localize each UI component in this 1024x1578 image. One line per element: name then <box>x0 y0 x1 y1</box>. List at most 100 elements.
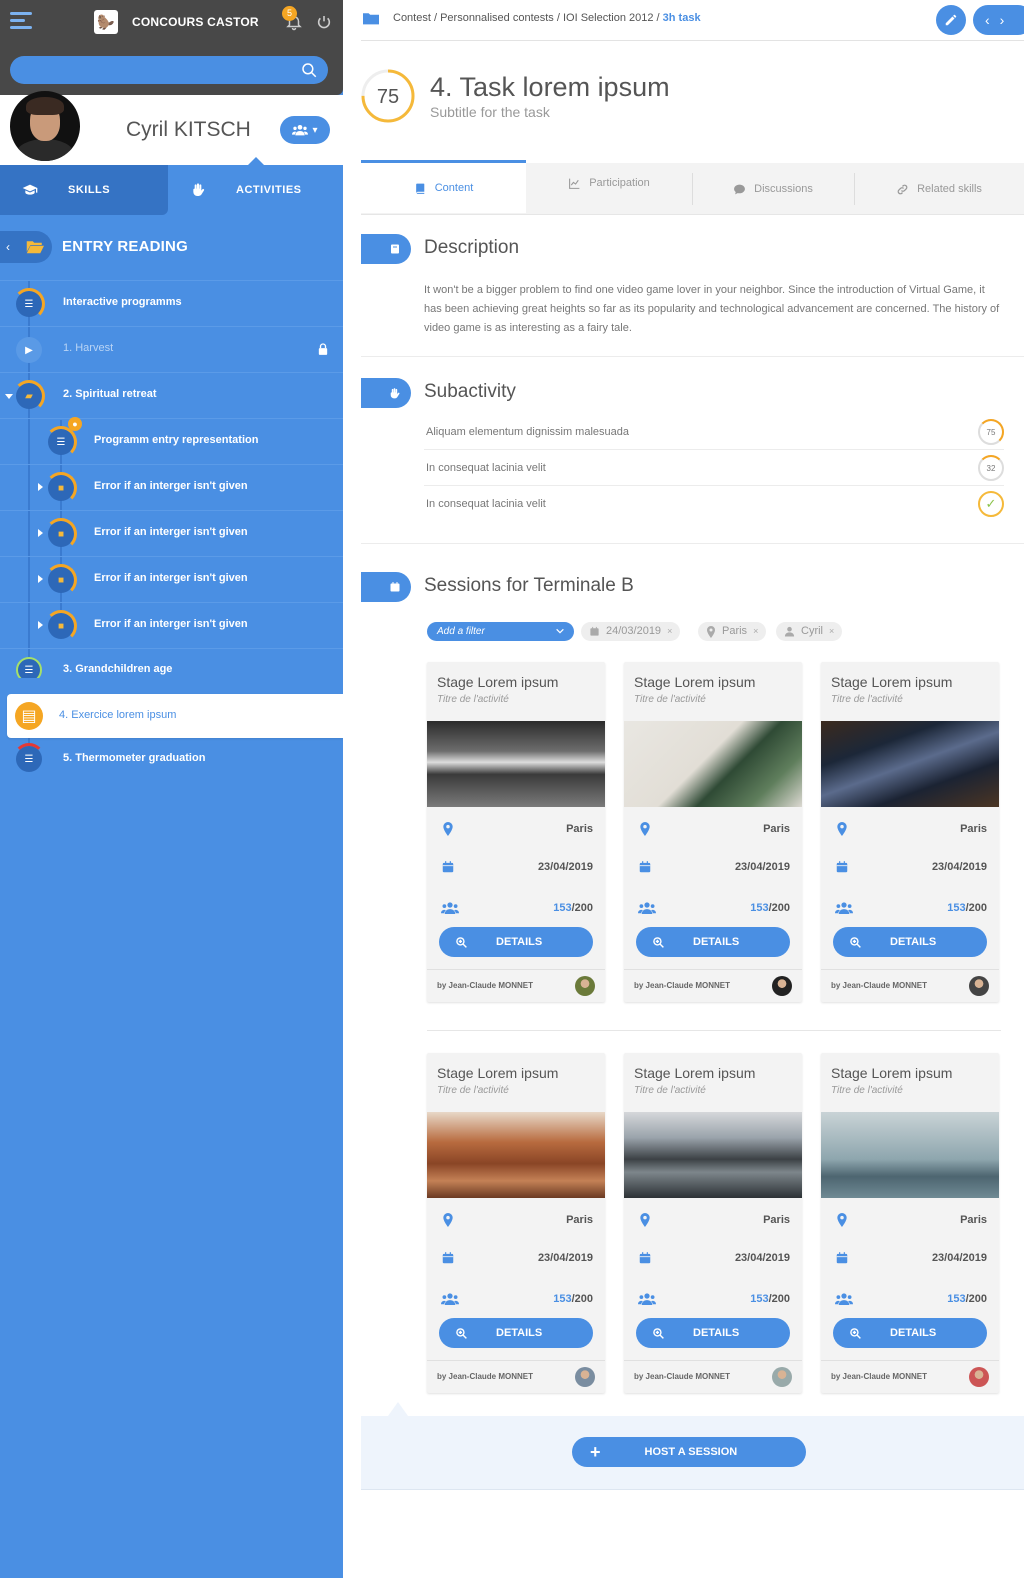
card-participants-row: 153/200 <box>624 1290 802 1310</box>
card-place-row: Paris <box>427 1211 605 1231</box>
session-card[interactable]: Stage Lorem ipsum Titre de l'activité Pa… <box>624 662 802 1002</box>
card-place: Paris <box>763 823 790 835</box>
folder-icon: ■ <box>45 472 77 504</box>
details-button[interactable]: DETAILS <box>636 927 790 957</box>
folder-icon: ■ <box>45 610 77 642</box>
tree-item-label: 5. Thermometer graduation <box>63 752 206 764</box>
tree-item[interactable]: ☰ 5. Thermometer graduation <box>0 740 343 786</box>
tree-item-active[interactable]: ▤ 4. Exercice lorem ipsum <box>7 694 343 738</box>
filter-chip-place[interactable]: Paris × <box>698 622 767 641</box>
tab-related-skills[interactable]: Related skills <box>854 163 1024 215</box>
close-icon[interactable]: × <box>753 622 758 641</box>
prev-next-button[interactable]: ‹ › <box>973 5 1024 35</box>
tree-item-label: Programm entry representation <box>94 434 259 446</box>
card-count: 153 <box>947 902 966 914</box>
avatar[interactable] <box>10 91 80 161</box>
chevron-down-icon[interactable] <box>5 394 13 399</box>
author-avatar[interactable] <box>772 1367 792 1387</box>
card-participants-row: 153/200 <box>427 899 605 919</box>
folder-icon <box>363 13 379 25</box>
details-label: DETAILS <box>693 936 740 948</box>
chevron-right-icon[interactable] <box>38 529 43 537</box>
session-card[interactable]: Stage Lorem ipsum Titre de l'activité Pa… <box>624 1053 802 1393</box>
groups-button[interactable]: ▾ <box>280 116 330 144</box>
tree-item[interactable]: ▰ 2. Spiritual retreat <box>0 372 343 418</box>
main-content: Contest / Personnalised contests / IOI S… <box>343 0 1024 1578</box>
author-avatar[interactable] <box>575 1367 595 1387</box>
author-avatar[interactable] <box>969 1367 989 1387</box>
close-icon[interactable]: × <box>829 622 834 641</box>
breadcrumb[interactable]: Contest / Personnalised contests / IOI S… <box>393 12 701 24</box>
map-marker-icon <box>837 822 847 836</box>
search-input[interactable] <box>10 56 328 84</box>
session-card[interactable]: Stage Lorem ipsum Titre de l'activité Pa… <box>427 662 605 1002</box>
tab-related-skills-label: Related skills <box>917 183 982 195</box>
chevron-down-icon <box>556 628 564 634</box>
chevron-left-icon[interactable]: ‹ <box>6 240 10 254</box>
chart-icon <box>569 178 580 189</box>
details-button[interactable]: DETAILS <box>833 1318 987 1348</box>
tree-item[interactable]: ■ Error if an interger isn't given <box>0 602 343 648</box>
details-button[interactable]: DETAILS <box>439 1318 593 1348</box>
zoom-in-icon <box>456 1327 467 1339</box>
edit-button[interactable] <box>936 5 966 35</box>
chevron-right-icon[interactable] <box>38 621 43 629</box>
card-subtitle: Titre de l'activité <box>437 1085 509 1096</box>
chevron-left-icon[interactable]: ‹ <box>985 12 990 28</box>
zoom-in-icon <box>850 936 861 948</box>
logo[interactable]: 🦫 <box>94 10 118 34</box>
chevron-right-icon[interactable]: › <box>1000 12 1005 28</box>
details-button[interactable]: DETAILS <box>439 927 593 957</box>
tab-skills[interactable]: SKILLS <box>0 165 168 215</box>
tree-item[interactable]: ☰ ● Programm entry representation <box>0 417 343 464</box>
divider <box>427 1360 605 1361</box>
divider <box>361 356 1024 357</box>
list-item[interactable]: In consequat lacinia velit ✓ <box>424 486 1004 522</box>
author-avatar[interactable] <box>772 976 792 996</box>
chevron-down-icon: ▾ <box>312 124 318 136</box>
card-image <box>427 1112 605 1198</box>
details-button[interactable]: DETAILS <box>636 1318 790 1348</box>
card-image <box>624 721 802 807</box>
filter-chip-user[interactable]: Cyril × <box>776 622 843 641</box>
tree-item[interactable]: ☰ 3. Grandchildren age <box>0 648 343 683</box>
close-icon[interactable]: × <box>667 622 672 641</box>
tree-item[interactable]: ▶ 1. Harvest <box>0 326 343 372</box>
tab-discussions[interactable]: Discussions <box>692 163 854 215</box>
search-icon[interactable] <box>300 61 318 79</box>
author-avatar[interactable] <box>969 976 989 996</box>
card-date: 23/04/2019 <box>734 861 790 873</box>
chevron-right-icon[interactable] <box>38 575 43 583</box>
author-avatar[interactable] <box>575 976 595 996</box>
tree-item[interactable]: ■ Error if an interger isn't given <box>0 556 343 602</box>
list-item[interactable]: In consequat lacinia velit 32 <box>424 450 1004 486</box>
breadcrumb-path[interactable]: Contest / Personnalised contests / IOI S… <box>393 12 663 24</box>
tree-item[interactable]: ■ Error if an interger isn't given <box>0 510 343 556</box>
session-card[interactable]: Stage Lorem ipsum Titre de l'activité Pa… <box>821 662 999 1002</box>
card-date: 23/04/2019 <box>931 861 987 873</box>
chip-label: 24/03/2019 <box>606 625 662 637</box>
filter-select[interactable]: Add a filter <box>427 622 574 641</box>
list-icon: ☰ <box>13 288 45 320</box>
session-card[interactable]: Stage Lorem ipsum Titre de l'activité Pa… <box>821 1053 999 1393</box>
details-button[interactable]: DETAILS <box>833 927 987 957</box>
chevron-right-icon[interactable] <box>38 483 43 491</box>
tree-item[interactable]: ☰ Interactive programms <box>0 280 343 326</box>
tab-activities[interactable]: ACTIVITIES <box>168 165 343 215</box>
card-date: 23/04/2019 <box>931 1252 987 1264</box>
tab-bar: Content Participation Discussions Relate… <box>361 160 1024 215</box>
filter-chip-date[interactable]: 24/03/2019 × <box>581 622 681 641</box>
tree-item[interactable]: ■ Error if an interger isn't given <box>0 464 343 510</box>
card-author: by Jean-Claude MONNET <box>437 981 534 990</box>
tab-participation[interactable]: Participation <box>526 157 692 209</box>
host-session-button[interactable]: + HOST A SESSION <box>572 1437 806 1467</box>
filter-placeholder: Add a filter <box>437 626 485 637</box>
menu-icon[interactable] <box>10 12 32 32</box>
list-item[interactable]: Aliquam elementum dignissim malesuada 75 <box>424 414 1004 450</box>
tree-item-label: Error if an interger isn't given <box>94 572 248 584</box>
session-card[interactable]: Stage Lorem ipsum Titre de l'activité Pa… <box>427 1053 605 1393</box>
divider <box>427 969 605 970</box>
card-image <box>821 1112 999 1198</box>
tab-content[interactable]: Content <box>361 160 526 213</box>
power-icon[interactable] <box>316 14 332 30</box>
